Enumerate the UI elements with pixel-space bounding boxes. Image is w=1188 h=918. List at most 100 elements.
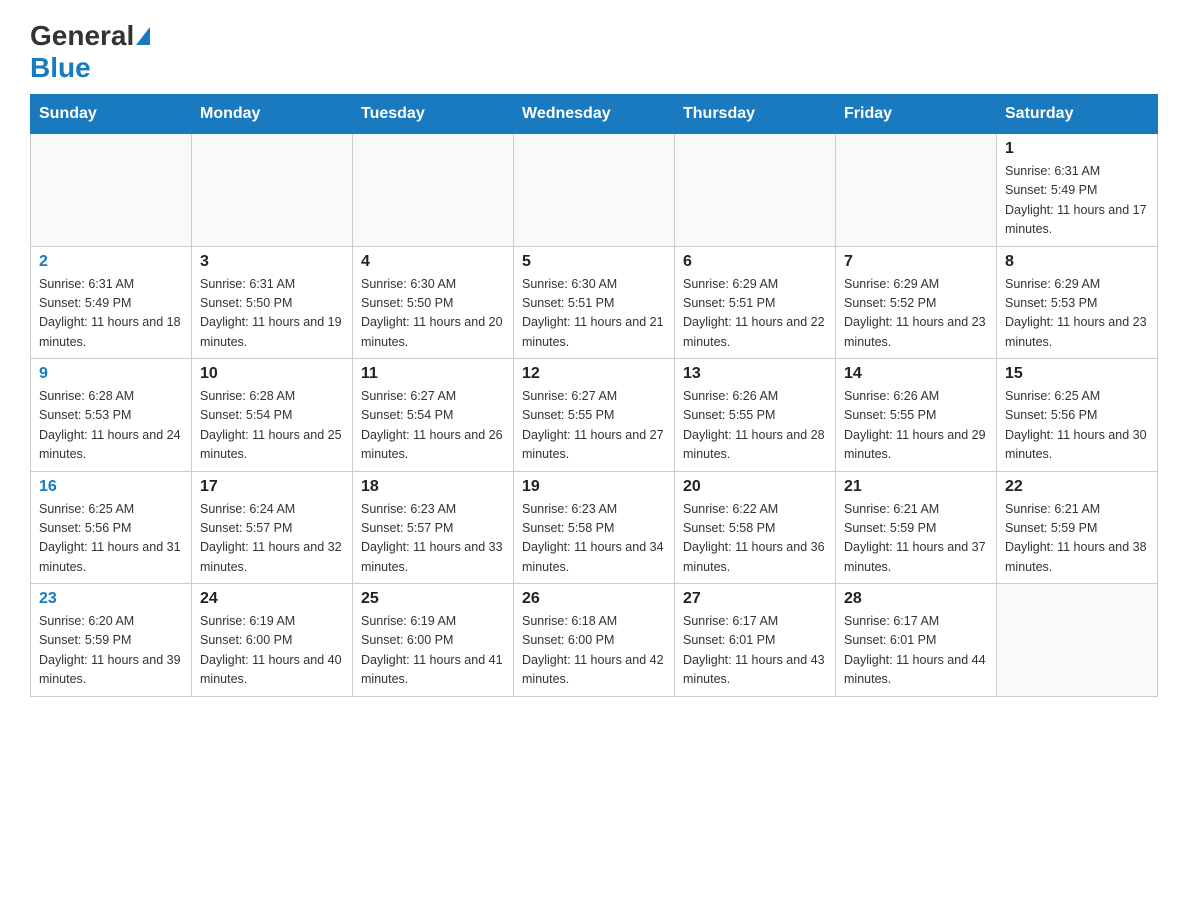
calendar-cell: 28 Sunrise: 6:17 AM Sunset: 6:01 PM Dayli… (836, 584, 997, 697)
calendar-cell: 16 Sunrise: 6:25 AM Sunset: 5:56 PM Dayli… (31, 471, 192, 584)
calendar-week-3: 9 Sunrise: 6:28 AM Sunset: 5:53 PM Daylig… (31, 359, 1158, 472)
day-info: Sunrise: 6:23 AM Sunset: 5:57 PM Dayligh… (361, 500, 505, 578)
day-number: 15 (1005, 365, 1149, 383)
calendar-cell: 10 Sunrise: 6:28 AM Sunset: 5:54 PM Dayli… (192, 359, 353, 472)
calendar-cell: 12 Sunrise: 6:27 AM Sunset: 5:55 PM Dayli… (514, 359, 675, 472)
day-number: 4 (361, 253, 505, 271)
calendar-cell: 27 Sunrise: 6:17 AM Sunset: 6:01 PM Dayli… (675, 584, 836, 697)
day-number: 10 (200, 365, 344, 383)
day-info: Sunrise: 6:17 AM Sunset: 6:01 PM Dayligh… (844, 612, 988, 690)
page-header: General Blue (30, 20, 1158, 84)
day-info: Sunrise: 6:22 AM Sunset: 5:58 PM Dayligh… (683, 500, 827, 578)
day-info: Sunrise: 6:29 AM Sunset: 5:51 PM Dayligh… (683, 275, 827, 353)
day-number: 13 (683, 365, 827, 383)
day-info: Sunrise: 6:29 AM Sunset: 5:53 PM Dayligh… (1005, 275, 1149, 353)
day-number: 16 (39, 478, 183, 496)
calendar-cell: 6 Sunrise: 6:29 AM Sunset: 5:51 PM Daylig… (675, 246, 836, 359)
day-info: Sunrise: 6:20 AM Sunset: 5:59 PM Dayligh… (39, 612, 183, 690)
calendar-body: 1Sunrise: 6:31 AM Sunset: 5:49 PM Daylig… (31, 134, 1158, 697)
day-info: Sunrise: 6:26 AM Sunset: 5:55 PM Dayligh… (683, 387, 827, 465)
calendar-cell (353, 134, 514, 247)
day-info: Sunrise: 6:28 AM Sunset: 5:54 PM Dayligh… (200, 387, 344, 465)
day-info: Sunrise: 6:27 AM Sunset: 5:55 PM Dayligh… (522, 387, 666, 465)
calendar-cell: 1Sunrise: 6:31 AM Sunset: 5:49 PM Daylig… (997, 134, 1158, 247)
day-number: 8 (1005, 253, 1149, 271)
calendar-cell: 11Sunrise: 6:27 AM Sunset: 5:54 PM Dayli… (353, 359, 514, 472)
day-info: Sunrise: 6:17 AM Sunset: 6:01 PM Dayligh… (683, 612, 827, 690)
day-number: 18 (361, 478, 505, 496)
calendar-cell (675, 134, 836, 247)
calendar-cell: 4 Sunrise: 6:30 AM Sunset: 5:50 PM Daylig… (353, 246, 514, 359)
day-number: 2 (39, 253, 183, 271)
calendar-cell: 3Sunrise: 6:31 AM Sunset: 5:50 PM Daylig… (192, 246, 353, 359)
day-number: 14 (844, 365, 988, 383)
day-info: Sunrise: 6:30 AM Sunset: 5:50 PM Dayligh… (361, 275, 505, 353)
calendar-cell: 5 Sunrise: 6:30 AM Sunset: 5:51 PM Daylig… (514, 246, 675, 359)
weekday-header-wednesday: Wednesday (514, 95, 675, 134)
calendar-cell: 20 Sunrise: 6:22 AM Sunset: 5:58 PM Dayli… (675, 471, 836, 584)
calendar-cell: 8 Sunrise: 6:29 AM Sunset: 5:53 PM Daylig… (997, 246, 1158, 359)
calendar-cell: 21 Sunrise: 6:21 AM Sunset: 5:59 PM Dayli… (836, 471, 997, 584)
calendar-cell (192, 134, 353, 247)
calendar-cell (31, 134, 192, 247)
weekday-header-saturday: Saturday (997, 95, 1158, 134)
day-number: 24 (200, 590, 344, 608)
day-info: Sunrise: 6:25 AM Sunset: 5:56 PM Dayligh… (39, 500, 183, 578)
day-number: 27 (683, 590, 827, 608)
day-number: 7 (844, 253, 988, 271)
calendar-cell: 23Sunrise: 6:20 AM Sunset: 5:59 PM Dayli… (31, 584, 192, 697)
calendar-cell: 15 Sunrise: 6:25 AM Sunset: 5:56 PM Dayli… (997, 359, 1158, 472)
day-number: 22 (1005, 478, 1149, 496)
logo-triangle-icon (136, 27, 150, 45)
calendar-cell: 26Sunrise: 6:18 AM Sunset: 6:00 PM Dayli… (514, 584, 675, 697)
day-info: Sunrise: 6:25 AM Sunset: 5:56 PM Dayligh… (1005, 387, 1149, 465)
day-info: Sunrise: 6:23 AM Sunset: 5:58 PM Dayligh… (522, 500, 666, 578)
day-number: 19 (522, 478, 666, 496)
day-number: 25 (361, 590, 505, 608)
logo: General Blue (30, 20, 152, 84)
day-info: Sunrise: 6:31 AM Sunset: 5:49 PM Dayligh… (1005, 162, 1149, 240)
calendar-cell: 25 Sunrise: 6:19 AM Sunset: 6:00 PM Dayli… (353, 584, 514, 697)
day-info: Sunrise: 6:29 AM Sunset: 5:52 PM Dayligh… (844, 275, 988, 353)
day-number: 5 (522, 253, 666, 271)
calendar-cell: 14 Sunrise: 6:26 AM Sunset: 5:55 PM Dayli… (836, 359, 997, 472)
day-info: Sunrise: 6:21 AM Sunset: 5:59 PM Dayligh… (844, 500, 988, 578)
calendar-week-2: 2Sunrise: 6:31 AM Sunset: 5:49 PM Daylig… (31, 246, 1158, 359)
calendar-cell (836, 134, 997, 247)
day-number: 28 (844, 590, 988, 608)
day-number: 17 (200, 478, 344, 496)
logo-blue-text: Blue (30, 52, 91, 83)
day-number: 20 (683, 478, 827, 496)
calendar-cell: 22 Sunrise: 6:21 AM Sunset: 5:59 PM Dayli… (997, 471, 1158, 584)
weekday-header-row: SundayMondayTuesdayWednesdayThursdayFrid… (31, 95, 1158, 134)
calendar-cell: 19 Sunrise: 6:23 AM Sunset: 5:58 PM Dayli… (514, 471, 675, 584)
calendar-week-4: 16 Sunrise: 6:25 AM Sunset: 5:56 PM Dayli… (31, 471, 1158, 584)
calendar-cell: 9 Sunrise: 6:28 AM Sunset: 5:53 PM Daylig… (31, 359, 192, 472)
day-info: Sunrise: 6:24 AM Sunset: 5:57 PM Dayligh… (200, 500, 344, 578)
calendar-cell: 18 Sunrise: 6:23 AM Sunset: 5:57 PM Dayli… (353, 471, 514, 584)
calendar-week-5: 23Sunrise: 6:20 AM Sunset: 5:59 PM Dayli… (31, 584, 1158, 697)
day-info: Sunrise: 6:27 AM Sunset: 5:54 PM Dayligh… (361, 387, 505, 465)
day-number: 21 (844, 478, 988, 496)
weekday-header-sunday: Sunday (31, 95, 192, 134)
calendar-week-1: 1Sunrise: 6:31 AM Sunset: 5:49 PM Daylig… (31, 134, 1158, 247)
calendar-table: SundayMondayTuesdayWednesdayThursdayFrid… (30, 94, 1158, 697)
day-info: Sunrise: 6:21 AM Sunset: 5:59 PM Dayligh… (1005, 500, 1149, 578)
calendar-header: SundayMondayTuesdayWednesdayThursdayFrid… (31, 95, 1158, 134)
weekday-header-friday: Friday (836, 95, 997, 134)
weekday-header-tuesday: Tuesday (353, 95, 514, 134)
day-info: Sunrise: 6:26 AM Sunset: 5:55 PM Dayligh… (844, 387, 988, 465)
day-number: 6 (683, 253, 827, 271)
calendar-cell: 13 Sunrise: 6:26 AM Sunset: 5:55 PM Dayli… (675, 359, 836, 472)
day-info: Sunrise: 6:28 AM Sunset: 5:53 PM Dayligh… (39, 387, 183, 465)
day-info: Sunrise: 6:19 AM Sunset: 6:00 PM Dayligh… (361, 612, 505, 690)
logo-general-text: General (30, 20, 134, 52)
calendar-cell: 17 Sunrise: 6:24 AM Sunset: 5:57 PM Dayli… (192, 471, 353, 584)
day-info: Sunrise: 6:30 AM Sunset: 5:51 PM Dayligh… (522, 275, 666, 353)
calendar-cell (514, 134, 675, 247)
day-number: 9 (39, 365, 183, 383)
calendar-cell: 7 Sunrise: 6:29 AM Sunset: 5:52 PM Daylig… (836, 246, 997, 359)
day-number: 12 (522, 365, 666, 383)
weekday-header-thursday: Thursday (675, 95, 836, 134)
calendar-cell: 2Sunrise: 6:31 AM Sunset: 5:49 PM Daylig… (31, 246, 192, 359)
